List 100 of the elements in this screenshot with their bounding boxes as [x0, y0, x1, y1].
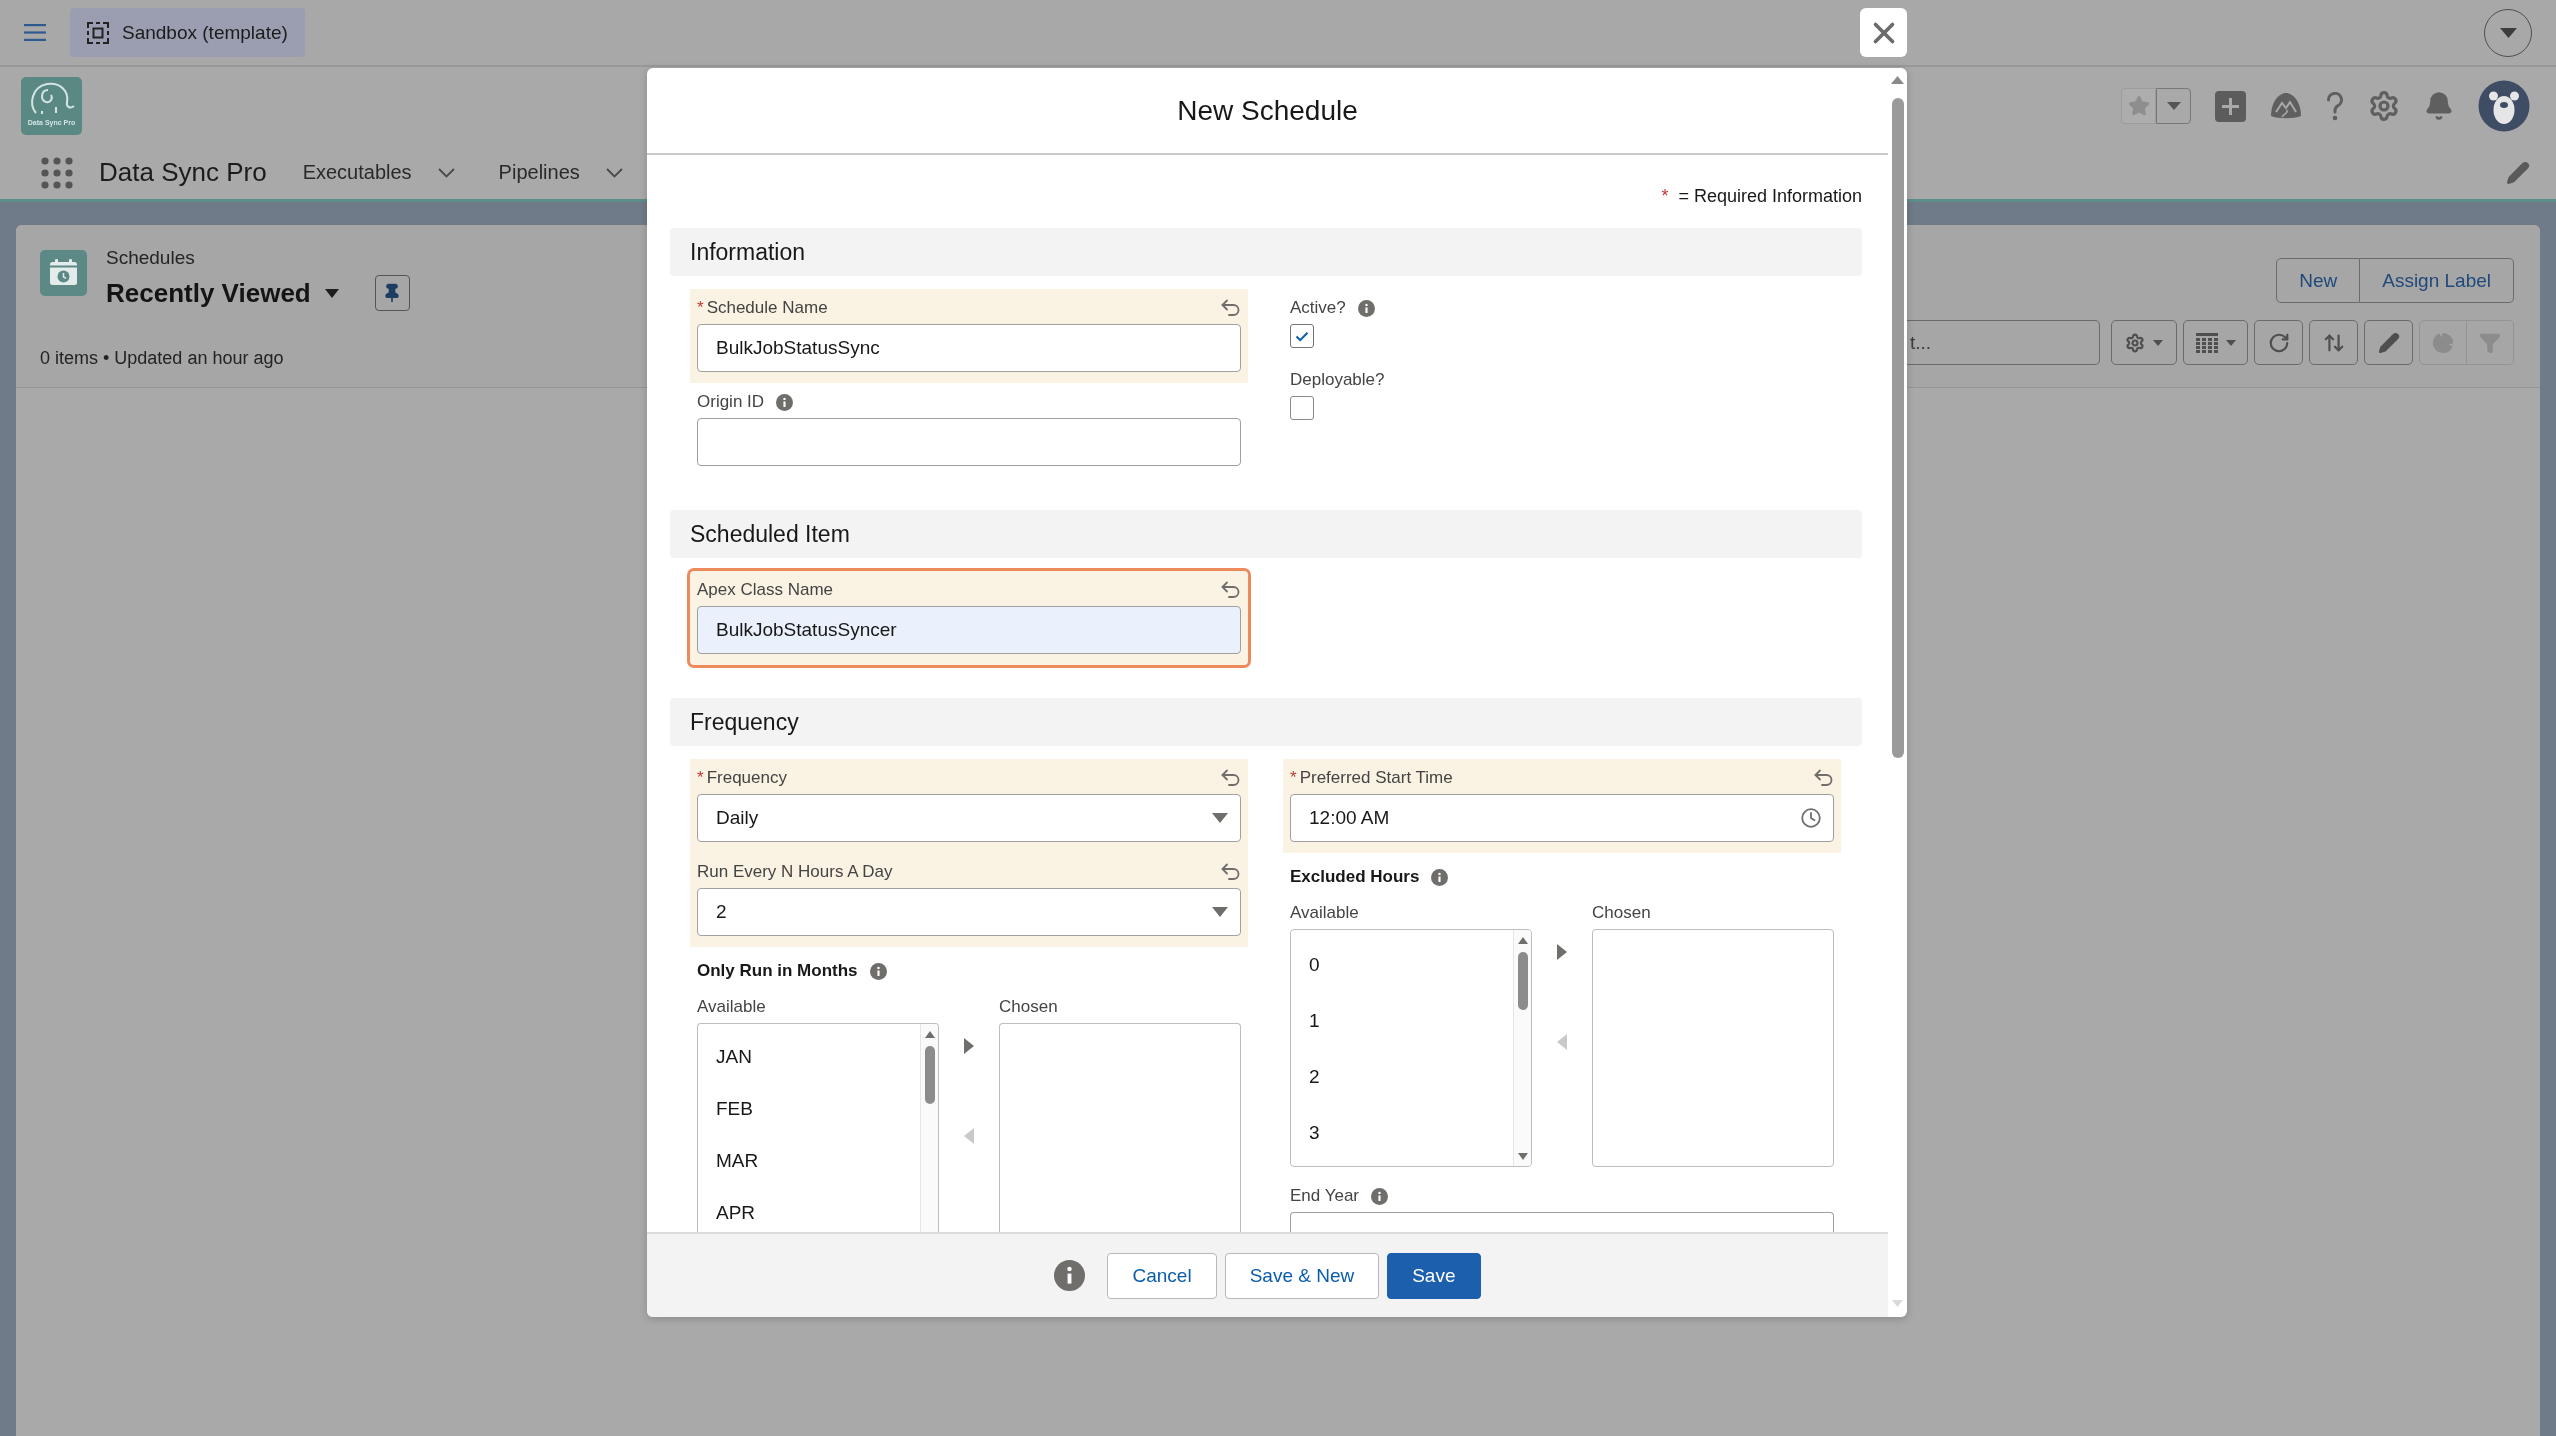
scrollbar-thumb[interactable]	[924, 1046, 935, 1104]
field-label: Active?	[1290, 297, 1346, 319]
list-option[interactable]: MAR	[698, 1150, 920, 1172]
refresh-icon	[2267, 331, 2290, 354]
time-field[interactable]: 12:00 AM	[1290, 794, 1834, 842]
scrollbar-thumb[interactable]	[1891, 98, 1904, 758]
caret-right-icon[interactable]	[964, 1038, 974, 1054]
input-field[interactable]	[1290, 1212, 1834, 1232]
nav-tab[interactable]: Executables	[302, 161, 455, 184]
list-option[interactable]: 1	[1291, 1010, 1513, 1032]
field-label: Schedule Name	[706, 297, 828, 319]
help-icon[interactable]	[2326, 91, 2344, 121]
required-asterisk: *	[697, 298, 704, 318]
input-field[interactable]	[697, 418, 1241, 466]
select-field[interactable]: 2	[697, 888, 1241, 936]
refresh-button[interactable]	[2254, 320, 2303, 365]
caret-up-icon[interactable]	[1891, 76, 1904, 84]
list-option[interactable]: APR	[698, 1202, 920, 1224]
sandbox-icon	[87, 21, 109, 44]
undo-icon[interactable]	[1221, 769, 1241, 787]
caret-down-icon	[2166, 102, 2181, 110]
caret-right-icon[interactable]	[1557, 944, 1567, 960]
undo-icon[interactable]	[1221, 299, 1241, 317]
group-label: Excluded Hours	[1290, 866, 1420, 888]
group-label: Only Run in Months	[697, 960, 858, 982]
dropdown-button[interactable]	[2156, 88, 2191, 124]
sandbox-button[interactable]: Sandbox (template)	[70, 8, 305, 57]
field-label: Deployable?	[1290, 369, 1385, 391]
secondary-button[interactable]: Save & New	[1224, 1252, 1380, 1299]
star-icon	[2127, 95, 2150, 117]
field-label: Origin ID	[697, 391, 765, 413]
section-header: Information	[670, 228, 1862, 276]
edit-button[interactable]	[2364, 320, 2413, 365]
required-legend: * = Required Information	[1661, 185, 1862, 207]
checkbox[interactable]	[1290, 396, 1314, 420]
settings-icon[interactable]	[2368, 90, 2400, 122]
caret-down-icon	[2499, 27, 2517, 38]
info-icon[interactable]	[1357, 299, 1375, 317]
select-field[interactable]: Daily	[697, 794, 1241, 842]
required-asterisk: *	[1290, 768, 1297, 788]
caret-up-icon[interactable]	[924, 1031, 935, 1038]
nav-tab[interactable]: Pipelines	[498, 161, 623, 184]
calendar-icon	[40, 250, 87, 296]
avatar-icon[interactable]	[2478, 80, 2530, 132]
pin-button[interactable]	[374, 275, 410, 311]
table-icon	[2195, 332, 2218, 353]
info-icon[interactable]	[1371, 1187, 1388, 1205]
input-field[interactable]: BulkJobStatusSyncer	[697, 606, 1241, 654]
required-asterisk: *	[697, 768, 704, 788]
scrollbar[interactable]	[1513, 930, 1531, 1166]
listbox-label: Chosen	[1592, 903, 1651, 922]
listbox[interactable]: JAN FEB MAR APR	[697, 1023, 939, 1232]
close-button[interactable]	[1860, 8, 1907, 57]
scrollbar-thumb[interactable]	[1517, 952, 1528, 1010]
caret-down-icon	[2225, 339, 2236, 346]
caret-down-icon	[1212, 907, 1228, 917]
list-option[interactable]: 0	[1291, 954, 1513, 976]
undo-icon[interactable]	[1814, 769, 1834, 787]
input-field[interactable]: BulkJobStatusSync	[697, 324, 1241, 372]
pie-chart-icon	[2432, 331, 2454, 354]
list-option[interactable]: FEB	[698, 1098, 920, 1120]
caret-down-icon[interactable]	[1517, 1153, 1528, 1160]
list-view-name: Recently Viewed	[106, 277, 311, 310]
info-icon[interactable]	[1054, 1260, 1086, 1291]
primary-button[interactable]: Save	[1387, 1252, 1481, 1299]
list-option[interactable]: JAN	[698, 1046, 920, 1068]
secondary-button[interactable]: Cancel	[1107, 1252, 1217, 1299]
bell-icon[interactable]	[2424, 91, 2454, 121]
caret-up-icon[interactable]	[1517, 937, 1528, 944]
listbox-label: Chosen	[999, 997, 1058, 1016]
menu-icon[interactable]	[24, 24, 46, 41]
undo-icon[interactable]	[1221, 863, 1241, 881]
checkbox[interactable]	[1290, 324, 1314, 348]
undo-icon[interactable]	[1221, 581, 1241, 599]
caret-down-icon[interactable]	[324, 288, 339, 298]
section-header: Scheduled Item	[670, 510, 1862, 558]
settings-button[interactable]	[2111, 320, 2177, 365]
app-name: Data Sync Pro	[99, 157, 267, 188]
info-icon[interactable]	[869, 962, 887, 980]
pencil-icon[interactable]	[2506, 160, 2530, 185]
listbox-label: Available	[697, 996, 766, 1018]
filter-icon	[2479, 331, 2501, 354]
app-launcher-icon[interactable]	[41, 156, 73, 189]
mountain-icon[interactable]	[2270, 92, 2302, 120]
sort-button[interactable]	[2309, 320, 2358, 365]
action-button[interactable]: Assign Label	[2360, 258, 2514, 303]
chevron-down-icon	[605, 167, 623, 178]
listbox-label: Available	[1290, 902, 1359, 924]
list-option[interactable]: 2	[1291, 1066, 1513, 1088]
listbox[interactable]: 0 1 2 3	[1290, 929, 1532, 1167]
plus-icon[interactable]	[2215, 90, 2246, 122]
action-button[interactable]: New	[2276, 258, 2361, 303]
settings-icon	[2125, 332, 2145, 353]
info-icon[interactable]	[1431, 868, 1449, 886]
table-button[interactable]	[2183, 320, 2248, 365]
info-icon[interactable]	[776, 393, 794, 411]
list-option[interactable]: 3	[1291, 1122, 1513, 1144]
field-label: Frequency	[706, 767, 787, 789]
clock-icon	[1801, 808, 1821, 828]
scrollbar[interactable]	[920, 1024, 938, 1232]
